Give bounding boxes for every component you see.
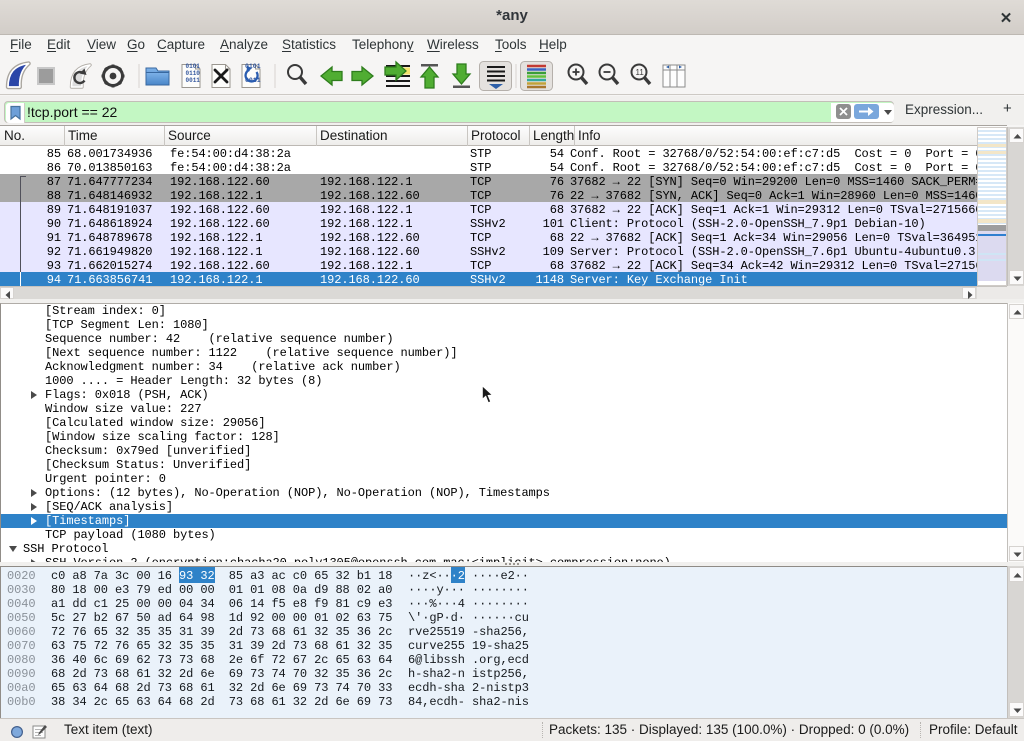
svg-text:11: 11: [636, 68, 645, 77]
svg-text:0011: 0011: [186, 77, 201, 84]
svg-text:0110: 0110: [186, 70, 201, 77]
svg-text:0101: 0101: [186, 63, 201, 70]
